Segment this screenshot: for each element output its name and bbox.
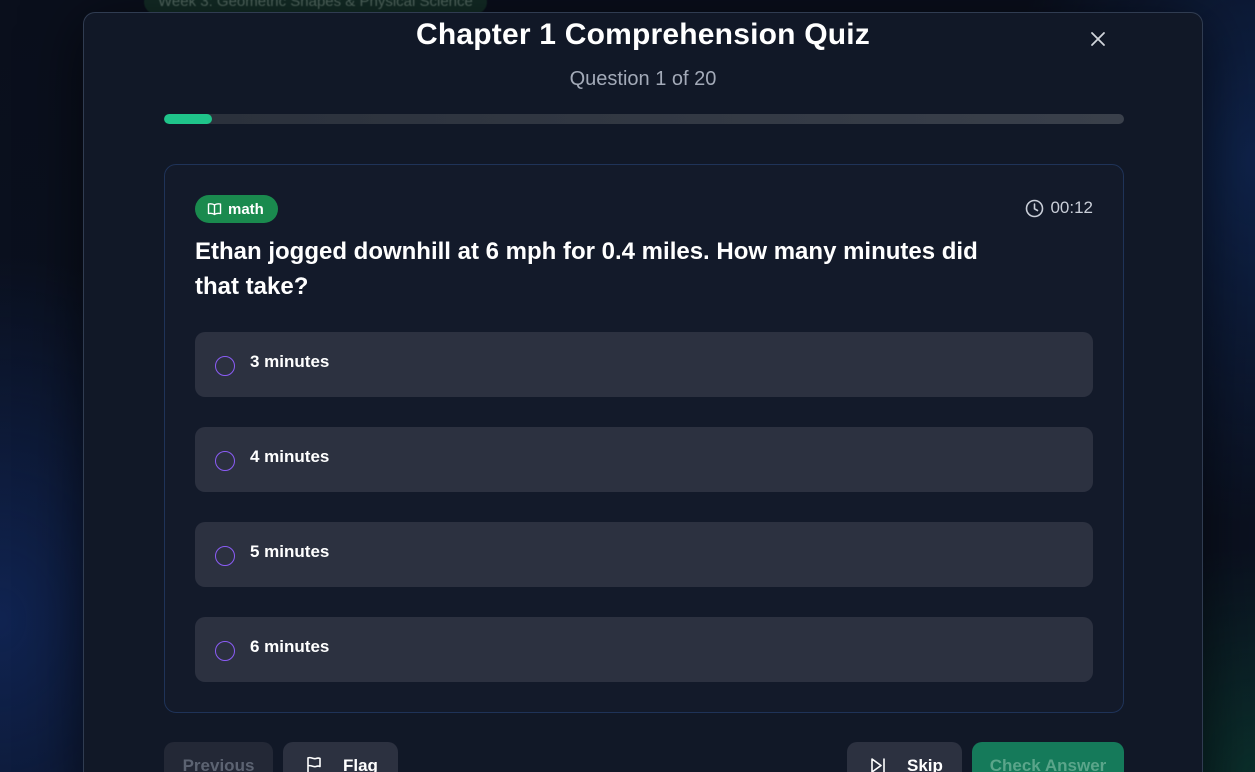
previous-button[interactable]: Previous xyxy=(164,742,273,772)
answer-option-label: 5 minutes xyxy=(250,542,330,561)
subject-badge: math xyxy=(195,195,278,223)
flag-label: Flag xyxy=(343,756,378,772)
radio-button[interactable] xyxy=(215,641,235,661)
clock-icon xyxy=(1026,199,1044,217)
book-icon xyxy=(207,203,222,216)
flag-icon xyxy=(307,756,321,772)
progress-bar xyxy=(164,114,1124,124)
answer-option[interactable]: 5 minutes xyxy=(195,522,1093,587)
flag-button[interactable]: Flag xyxy=(283,742,398,772)
timer-value: 00:12 xyxy=(1050,198,1093,217)
radio-button[interactable] xyxy=(215,546,235,566)
quiz-title: Chapter 1 Comprehension Quiz xyxy=(416,18,870,51)
skip-label: Skip xyxy=(907,756,943,772)
subject-label: math xyxy=(228,200,264,218)
answer-options: 3 minutes 4 minutes 5 minutes 6 minutes xyxy=(195,332,1093,712)
answer-option-label: 6 minutes xyxy=(250,637,330,656)
close-icon xyxy=(1091,32,1105,46)
skip-button[interactable]: Skip xyxy=(847,742,962,772)
answer-option[interactable]: 4 minutes xyxy=(195,427,1093,492)
skip-forward-icon xyxy=(871,758,885,772)
question-card: math 00:12 Ethan jogged downhill at 6 mp… xyxy=(164,164,1124,713)
answer-option-label: 3 minutes xyxy=(250,352,330,371)
timer: 00:12 xyxy=(1025,198,1093,218)
question-text: Ethan jogged downhill at 6 mph for 0.4 m… xyxy=(195,238,978,300)
answer-option[interactable]: 6 minutes xyxy=(195,617,1093,682)
question-counter: Question 1 of 20 xyxy=(569,68,717,90)
answer-option[interactable]: 3 minutes xyxy=(195,332,1093,397)
progress-fill xyxy=(164,114,212,124)
quiz-modal: Chapter 1 Comprehension Quiz Question 1 … xyxy=(83,12,1203,772)
answer-option-label: 4 minutes xyxy=(250,447,330,466)
check-answer-button[interactable]: Check Answer xyxy=(972,742,1124,772)
radio-button[interactable] xyxy=(215,451,235,471)
radio-button[interactable] xyxy=(215,356,235,376)
close-button[interactable] xyxy=(1088,29,1108,49)
